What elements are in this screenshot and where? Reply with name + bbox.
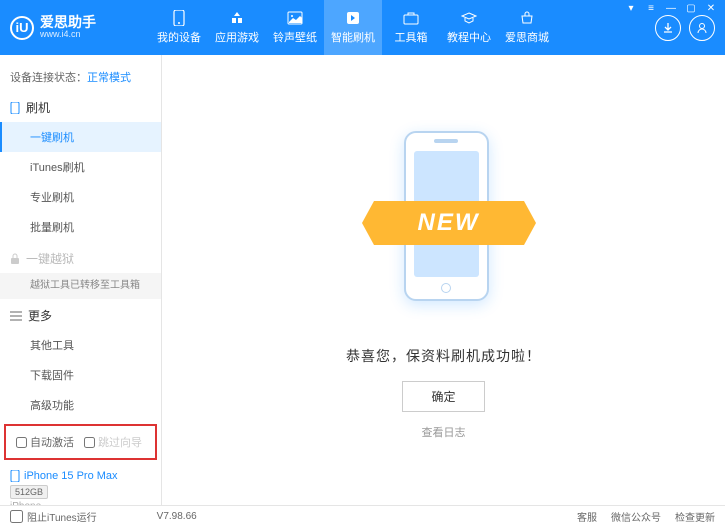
apps-icon bbox=[229, 10, 245, 26]
footer-wechat[interactable]: 微信公众号 bbox=[611, 509, 661, 524]
sidebar-item-pro[interactable]: 专业刷机 bbox=[0, 182, 161, 212]
phone-icon bbox=[171, 10, 187, 26]
logo: iU 爱思助手 www.i4.cn bbox=[10, 15, 150, 40]
jailbreak-moved-tip: 越狱工具已转移至工具箱 bbox=[0, 273, 161, 299]
main-panel: NEW 恭喜您，保资料刷机成功啦！ 确定 查看日志 bbox=[162, 55, 725, 505]
app-header: iU 爱思助手 www.i4.cn 我的设备 应用游戏 铃声壁纸 智能刷机 工具… bbox=[0, 0, 725, 55]
footer: 阻止iTunes运行 V7.98.66 客服 微信公众号 检查更新 bbox=[0, 505, 725, 527]
logo-icon: iU bbox=[10, 16, 34, 40]
maximize-btn[interactable]: ▢ bbox=[683, 2, 699, 14]
sidebar-item-advanced[interactable]: 高级功能 bbox=[0, 390, 161, 420]
cb-auto-activate[interactable]: 自动激活 bbox=[16, 434, 74, 450]
sidebar-item-batch[interactable]: 批量刷机 bbox=[0, 212, 161, 242]
close-btn[interactable]: ✕ bbox=[703, 2, 719, 14]
sidebar-item-firmware[interactable]: 下载固件 bbox=[0, 360, 161, 390]
user-button[interactable] bbox=[689, 15, 715, 41]
app-url: www.i4.cn bbox=[40, 30, 96, 40]
cb-block-itunes[interactable]: 阻止iTunes运行 bbox=[10, 509, 97, 524]
nav-tutorials[interactable]: 教程中心 bbox=[440, 0, 498, 55]
success-message: 恭喜您，保资料刷机成功啦！ bbox=[346, 346, 541, 366]
version-label: V7.98.66 bbox=[157, 511, 197, 522]
minimize-btn[interactable]: — bbox=[663, 2, 679, 14]
footer-support[interactable]: 客服 bbox=[577, 509, 597, 524]
nav-toolbox[interactable]: 工具箱 bbox=[382, 0, 440, 55]
flash-icon bbox=[345, 10, 361, 26]
lock-icon bbox=[10, 253, 20, 265]
section-jailbreak: 一键越狱 bbox=[0, 242, 161, 273]
app-title: 爱思助手 bbox=[40, 15, 96, 30]
footer-update[interactable]: 检查更新 bbox=[675, 509, 715, 524]
options-box: 自动激活 跳过向导 bbox=[4, 424, 157, 460]
nav-ringtones[interactable]: 铃声壁纸 bbox=[266, 0, 324, 55]
sidebar-item-oneclick[interactable]: 一键刷机 bbox=[0, 122, 161, 152]
nav-apps[interactable]: 应用游戏 bbox=[208, 0, 266, 55]
nav-flash[interactable]: 智能刷机 bbox=[324, 0, 382, 55]
phone-icon bbox=[10, 470, 20, 482]
section-flash[interactable]: 刷机 bbox=[0, 91, 161, 122]
confirm-button[interactable]: 确定 bbox=[402, 381, 484, 412]
nav-store[interactable]: 爱思商城 bbox=[498, 0, 556, 55]
sidebar: 设备连接状态：正常模式 刷机 一键刷机 iTunes刷机 专业刷机 批量刷机 一… bbox=[0, 55, 162, 505]
menu-btn[interactable]: ▾ bbox=[623, 2, 639, 14]
menu-icon bbox=[10, 311, 22, 321]
download-button[interactable] bbox=[655, 15, 681, 41]
sidebar-item-othertools[interactable]: 其他工具 bbox=[0, 330, 161, 360]
image-icon bbox=[287, 10, 303, 26]
sidebar-item-itunes[interactable]: iTunes刷机 bbox=[0, 152, 161, 182]
view-log-link[interactable]: 查看日志 bbox=[422, 424, 466, 440]
phone-icon bbox=[10, 102, 20, 114]
section-more[interactable]: 更多 bbox=[0, 299, 161, 330]
toolbox-icon bbox=[403, 10, 419, 26]
nav-device[interactable]: 我的设备 bbox=[150, 0, 208, 55]
new-ribbon: NEW bbox=[374, 201, 524, 245]
success-illustration: NEW bbox=[374, 121, 514, 331]
storage-badge: 512GB bbox=[10, 485, 48, 499]
device-name[interactable]: iPhone 15 Pro Max bbox=[10, 470, 151, 482]
cb-skip-wizard[interactable]: 跳过向导 bbox=[84, 434, 142, 450]
store-icon bbox=[519, 10, 535, 26]
tutorial-icon bbox=[461, 10, 477, 26]
connection-status: 设备连接状态：正常模式 bbox=[0, 63, 161, 91]
device-info: iPhone 15 Pro Max 512GB iPhone bbox=[0, 464, 161, 505]
list-btn[interactable]: ≡ bbox=[643, 2, 659, 14]
